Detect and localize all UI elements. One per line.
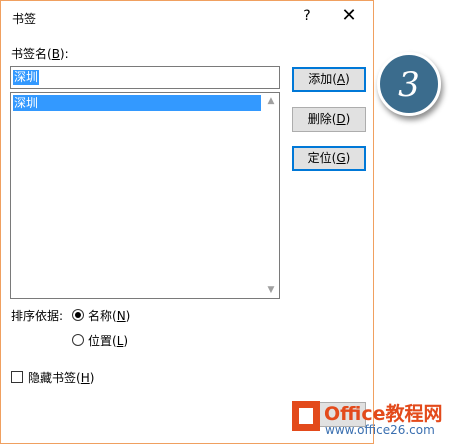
bookmark-dialog: 书签 ? ✕ 书签名(B): 深圳 深圳 ▲ ▼ 添加(A) 删除(D) 定位(… — [0, 0, 374, 444]
delete-label-end: ) — [345, 112, 351, 126]
add-button[interactable]: 添加(A) — [292, 67, 366, 92]
label-text: 书签名( — [11, 47, 52, 61]
goto-accesskey: G — [336, 151, 346, 165]
help-icon[interactable]: ? — [300, 8, 314, 24]
option-text: 名称( — [88, 309, 117, 323]
check-accesskey: H — [80, 371, 90, 385]
bookmark-list[interactable]: 深圳 ▲ ▼ — [10, 92, 280, 299]
delete-accesskey: D — [336, 112, 346, 126]
dialog-title: 书签 — [12, 12, 37, 26]
add-label-end: ) — [345, 72, 350, 86]
option-text-end: ) — [125, 309, 131, 323]
bookmark-name-input[interactable]: 深圳 — [10, 66, 280, 89]
sort-by-label: 排序依据: — [11, 309, 64, 323]
goto-button[interactable]: 定位(G) — [292, 146, 366, 171]
step-number-badge: 3 — [377, 52, 441, 116]
sort-location-radio[interactable] — [72, 334, 84, 346]
goto-label: 定位( — [307, 151, 337, 165]
sort-location-label[interactable]: 位置(L) — [88, 332, 128, 349]
check-text: 隐藏书签( — [28, 371, 81, 385]
scroll-down-icon[interactable]: ▼ — [263, 282, 279, 298]
option-text: 位置( — [88, 334, 117, 348]
watermark: Office教程网 www.office26.com — [292, 399, 448, 441]
list-scrollbar[interactable]: ▲ ▼ — [263, 93, 279, 298]
bookmark-name-label: 书签名(B): — [11, 45, 69, 62]
check-text-end: ) — [89, 371, 95, 385]
add-label: 添加( — [308, 72, 337, 86]
sort-name-radio[interactable] — [72, 309, 84, 321]
bookmark-name-value: 深圳 — [13, 70, 40, 85]
label-text-end: ): — [59, 47, 69, 61]
sort-name-label[interactable]: 名称(N) — [88, 307, 130, 324]
label-accesskey: B — [51, 47, 60, 61]
hidden-bookmarks-label[interactable]: 隐藏书签(H) — [28, 369, 94, 386]
delete-button[interactable]: 删除(D) — [292, 107, 366, 132]
scroll-up-icon[interactable]: ▲ — [263, 93, 279, 109]
list-item[interactable]: 深圳 — [13, 95, 261, 111]
option-text-end: ) — [123, 334, 129, 348]
delete-label: 删除( — [307, 112, 337, 126]
hidden-bookmarks-checkbox[interactable] — [11, 371, 23, 383]
watermark-title: Office教程网 — [324, 403, 443, 425]
option-accesskey: N — [116, 309, 126, 323]
goto-label-end: ) — [345, 151, 351, 165]
office-logo-icon — [292, 401, 320, 431]
add-accesskey: A — [336, 72, 346, 86]
watermark-url: www.office26.com — [325, 423, 435, 437]
close-icon[interactable]: ✕ — [337, 5, 361, 27]
